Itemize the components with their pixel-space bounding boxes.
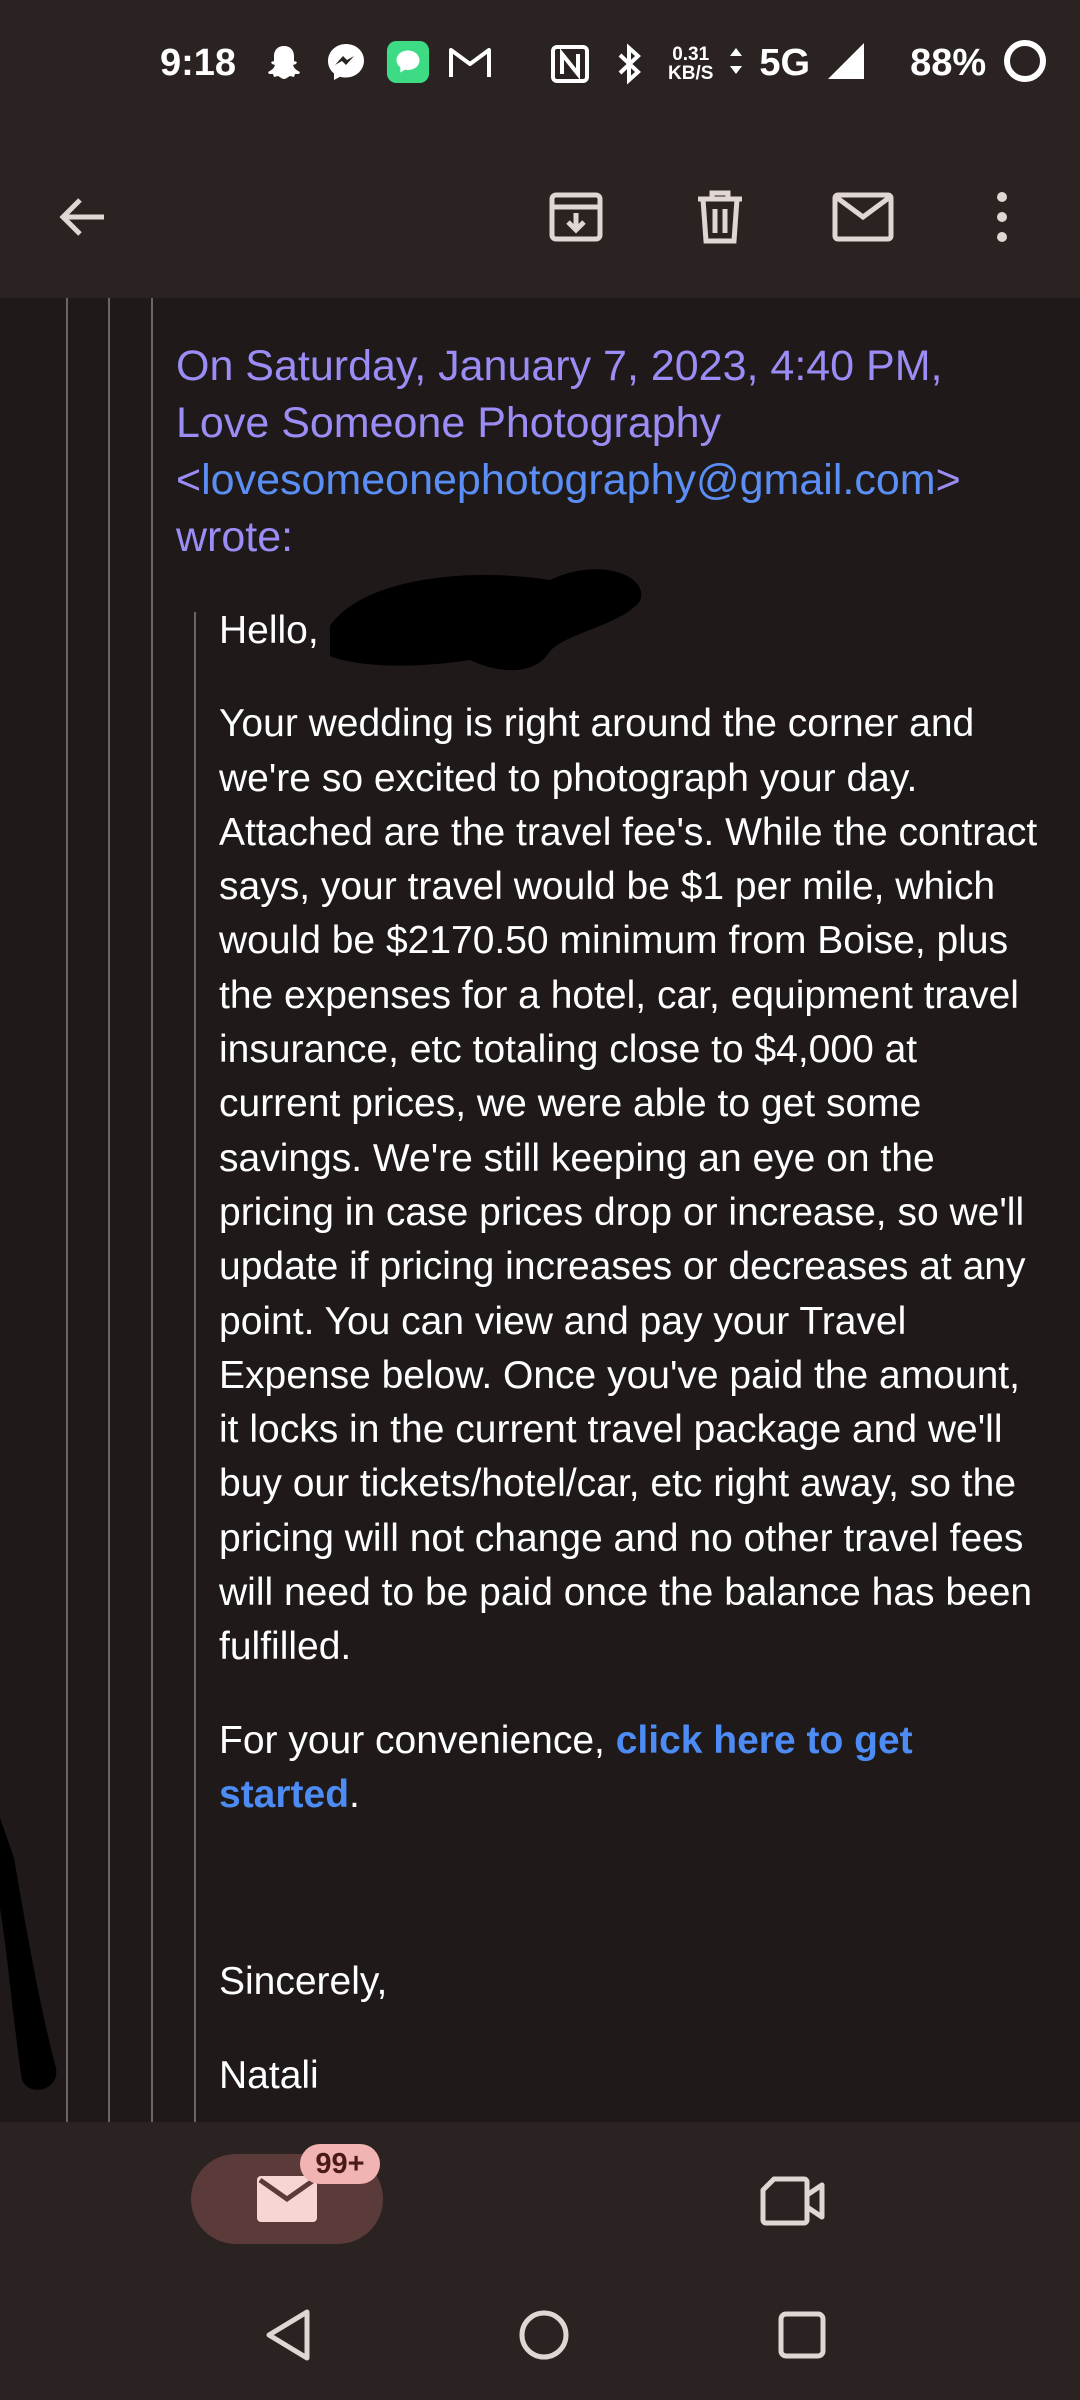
quote-line xyxy=(108,298,110,2122)
system-back-button[interactable] xyxy=(248,2295,328,2375)
gmail-icon xyxy=(448,40,492,84)
archive-button[interactable] xyxy=(528,169,624,265)
status-time: 9:18 xyxy=(160,42,237,84)
delete-button[interactable] xyxy=(672,169,768,265)
more-vert-icon xyxy=(997,192,1007,242)
redaction-mark xyxy=(0,1818,57,2090)
meet-video-icon xyxy=(760,2176,825,2226)
notification-icons xyxy=(262,40,492,84)
message-paragraph: Your wedding is right around the corner … xyxy=(219,702,1038,1669)
archive-icon xyxy=(549,192,603,242)
email-body[interactable]: On Saturday, January 7, 2023, 4:40 PM, L… xyxy=(0,298,1080,2122)
signature: Natali xyxy=(219,2053,319,2097)
speed-value: 0.31 xyxy=(672,43,710,65)
nav-back-icon xyxy=(266,2309,310,2361)
convenience-line: For your convenience, click here to get … xyxy=(219,1714,1039,1823)
speed-unit: KB/S xyxy=(668,62,714,84)
quote-line xyxy=(194,612,196,2122)
messenger-icon xyxy=(324,40,368,84)
meet-tab[interactable] xyxy=(748,2166,838,2236)
battery-ring-icon xyxy=(1002,38,1048,89)
mail-icon xyxy=(257,2176,317,2222)
bluetooth-icon xyxy=(608,42,652,86)
quoted-message: Hello, Your wedding is right around the … xyxy=(219,604,1039,2103)
unread-badge: 99+ xyxy=(300,2144,380,2184)
signal-icon xyxy=(826,41,866,86)
quote-line xyxy=(151,298,153,2122)
status-bar: 9:18 0.31 KB/S 5G 88% xyxy=(0,0,1080,135)
bottom-navigation: 99+ xyxy=(0,2122,1080,2400)
quote-attribution: On Saturday, January 7, 2023, 4:40 PM, L… xyxy=(176,338,1036,566)
mark-unread-icon xyxy=(832,192,894,242)
sender-email-link[interactable]: lovesomeonephotography@gmail.com xyxy=(201,456,935,504)
mark-unread-button[interactable] xyxy=(815,169,911,265)
system-recents-button[interactable] xyxy=(762,2295,842,2375)
messages-icon xyxy=(386,40,430,84)
system-status-icons: 0.31 KB/S 5G 88% xyxy=(548,38,1048,89)
nfc-icon xyxy=(548,42,592,86)
more-options-button[interactable] xyxy=(954,169,1050,265)
email-toolbar xyxy=(0,135,1080,298)
back-button[interactable] xyxy=(34,169,130,265)
data-arrows-icon xyxy=(729,46,743,81)
system-home-button[interactable] xyxy=(504,2295,584,2375)
snapchat-icon xyxy=(262,40,306,84)
redaction-mark xyxy=(330,569,642,671)
nav-recents-icon xyxy=(778,2311,826,2359)
convenience-suffix: . xyxy=(349,1772,360,1816)
battery-percent: 88% xyxy=(910,42,987,84)
delete-icon xyxy=(698,190,742,244)
convenience-prefix: For your convenience, xyxy=(219,1718,616,1762)
nav-home-icon xyxy=(519,2310,569,2360)
closing: Sincerely, xyxy=(219,1960,388,2004)
network-type: 5G xyxy=(759,42,811,84)
network-speed: 0.31 KB/S xyxy=(668,45,713,83)
back-arrow-icon xyxy=(59,198,104,236)
